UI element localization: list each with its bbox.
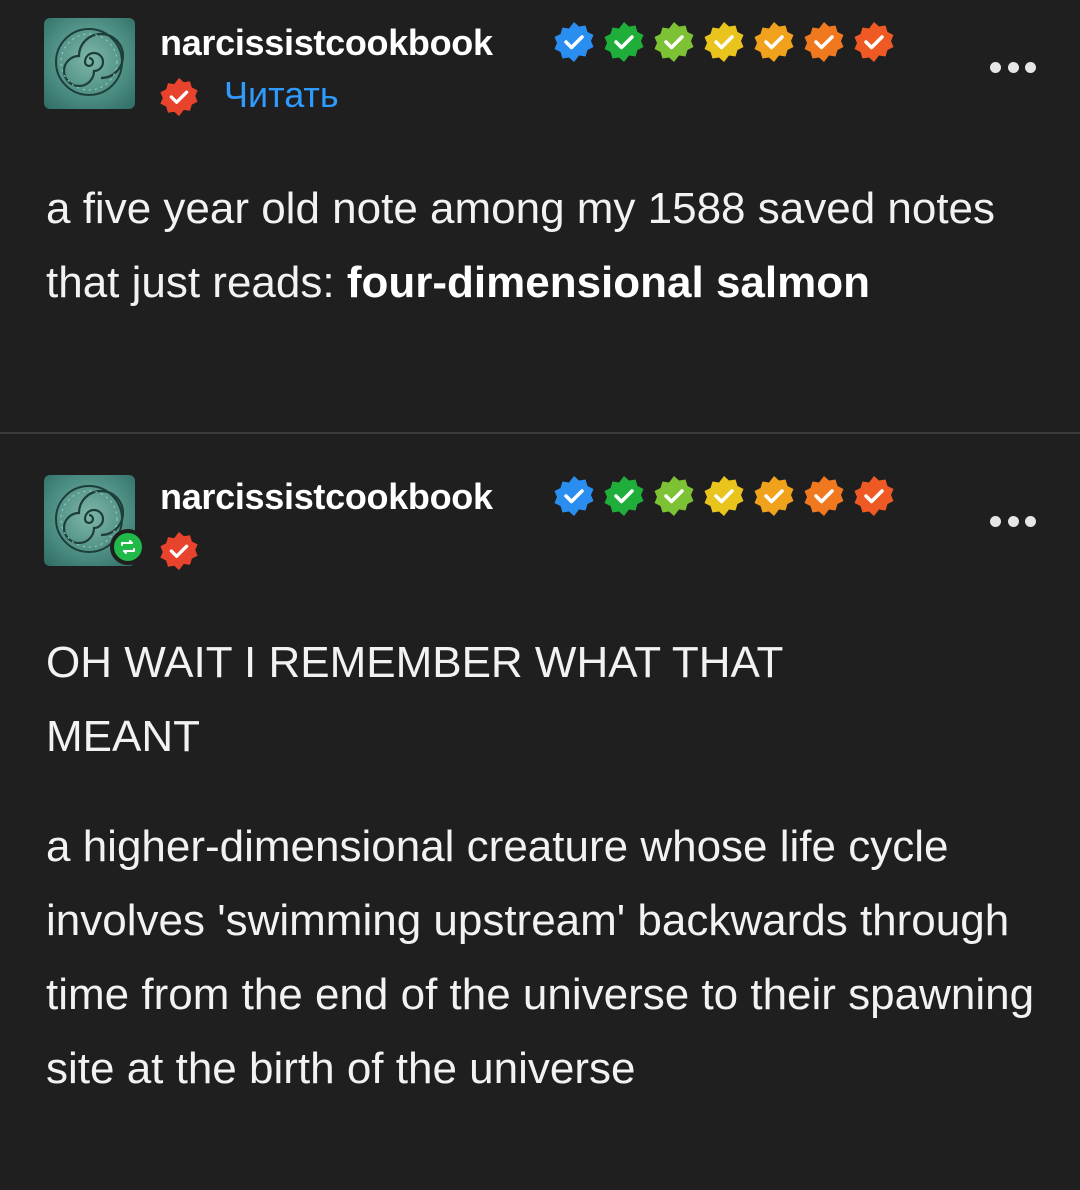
verified-badges [552,20,896,64]
post-original: narcissistcookbook Читать a five year ol… [0,0,1080,432]
follow-button[interactable]: Читать [224,74,339,116]
verified-check-icon [854,22,894,62]
more-dots-icon[interactable] [990,60,1036,74]
more-dots-icon[interactable] [990,514,1036,528]
verified-check-icon [160,531,198,571]
verified-check-icon [554,22,594,62]
verified-check-icon [704,476,744,516]
username[interactable]: narcissistcookbook [160,22,493,64]
verified-check-icon [804,476,844,516]
verified-check-icon [704,22,744,62]
reblog-icon [110,529,146,565]
ammonite-icon [55,28,125,96]
verified-check-icon [554,476,594,516]
verified-badges [552,474,896,518]
post-body: a higher-dimensional creature whose life… [46,822,1035,1093]
post-text: a five year old note among my 1588 saved… [46,172,1036,320]
username[interactable]: narcissistcookbook [160,476,493,518]
post-heading: OH WAIT I REMEMBER WHAT THAT MEANT [46,638,783,761]
verified-check-icon [604,22,644,62]
verified-check-icon [804,22,844,62]
verified-check-icon [854,476,894,516]
verified-check-icon [654,22,694,62]
verified-check-icon [160,77,198,117]
verified-check-icon [654,476,694,516]
post-text-bold: four-dimensional salmon [346,258,870,307]
avatar[interactable] [44,18,135,109]
verified-check-icon [754,22,794,62]
verified-check-icon [604,476,644,516]
verified-check-icon [754,476,794,516]
